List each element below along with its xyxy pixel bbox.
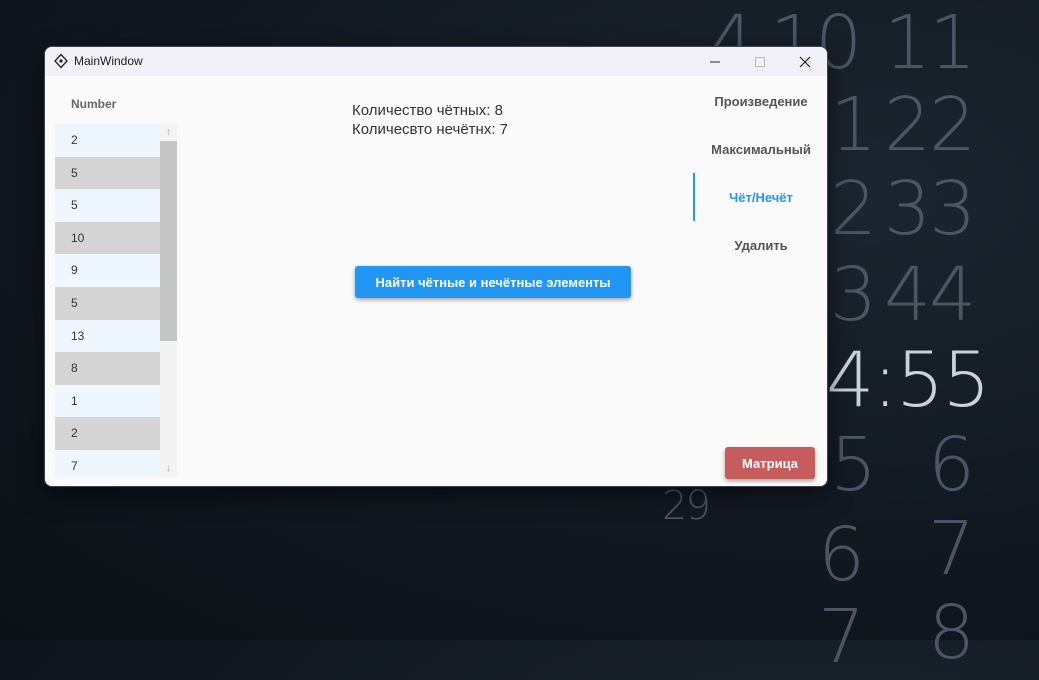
- scroll-up-icon[interactable]: ↑: [160, 124, 177, 141]
- list-item[interactable]: 9: [55, 254, 160, 287]
- nav-item-product[interactable]: Произведение: [693, 77, 827, 125]
- main-window: MainWindow Number 2 5 5 10 9 5 13 8 1 2 …: [44, 46, 828, 487]
- clock-digit: 33: [884, 166, 976, 252]
- app-icon: [54, 53, 68, 69]
- clock-digit: 29: [662, 483, 711, 529]
- list-item[interactable]: 2: [55, 124, 160, 157]
- matrix-button[interactable]: Матрица: [725, 447, 815, 479]
- clock-digit: 7: [928, 506, 975, 592]
- maximize-icon: [754, 56, 765, 67]
- maximize-button[interactable]: [737, 47, 782, 76]
- clock-digit: 3: [830, 252, 877, 338]
- nav-item-delete[interactable]: Удалить: [693, 221, 827, 269]
- clock-digit: 6: [928, 422, 975, 508]
- window-title: MainWindow: [74, 54, 143, 68]
- nav-item-even-odd[interactable]: Чёт/Нечёт: [693, 173, 827, 221]
- list-item[interactable]: 1: [55, 384, 160, 418]
- scroll-down-icon[interactable]: ↓: [160, 460, 177, 477]
- list-item[interactable]: 8: [55, 352, 160, 385]
- clock-digit: 7: [818, 594, 865, 680]
- clock-digit: 8: [928, 590, 975, 676]
- stats-panel: Количество чётных: 8 Количесвто нечётнх:…: [352, 101, 508, 139]
- number-list[interactable]: 2 5 5 10 9 5 13 8 1 2 7: [55, 124, 160, 477]
- clock-digit: 5: [830, 422, 877, 508]
- nav-item-maximum[interactable]: Максимальный: [693, 125, 827, 173]
- odd-count-text: Количесвто нечётнх: 7: [352, 121, 509, 138]
- close-button[interactable]: [782, 47, 827, 76]
- list-item[interactable]: 2: [55, 417, 160, 450]
- even-count-text: Количество чётных: 8: [352, 102, 503, 119]
- clock-time: 4:55: [826, 335, 991, 424]
- clock-digit: 44: [884, 252, 976, 338]
- clock-digit: 2: [830, 166, 877, 252]
- list-header: Number: [71, 97, 117, 111]
- list-item[interactable]: 5: [55, 156, 160, 190]
- title-bar[interactable]: MainWindow: [45, 47, 827, 76]
- close-icon: [799, 56, 810, 67]
- list-item[interactable]: 13: [55, 319, 160, 353]
- find-even-odd-button[interactable]: Найти чётные и нечётные элементы: [355, 266, 631, 298]
- clock-digit: 22: [884, 82, 976, 168]
- scrollbar-thumb[interactable]: [160, 141, 177, 341]
- clock-digit: 1: [830, 82, 877, 168]
- clock-digit: 6: [818, 512, 865, 598]
- minimize-button[interactable]: [692, 47, 737, 76]
- minimize-icon: [709, 61, 720, 62]
- list-item[interactable]: 5: [55, 189, 160, 222]
- clock-digit: 11: [884, 0, 976, 86]
- list-item[interactable]: 5: [55, 286, 160, 320]
- list-item[interactable]: 7: [55, 449, 160, 477]
- list-item[interactable]: 10: [55, 221, 160, 255]
